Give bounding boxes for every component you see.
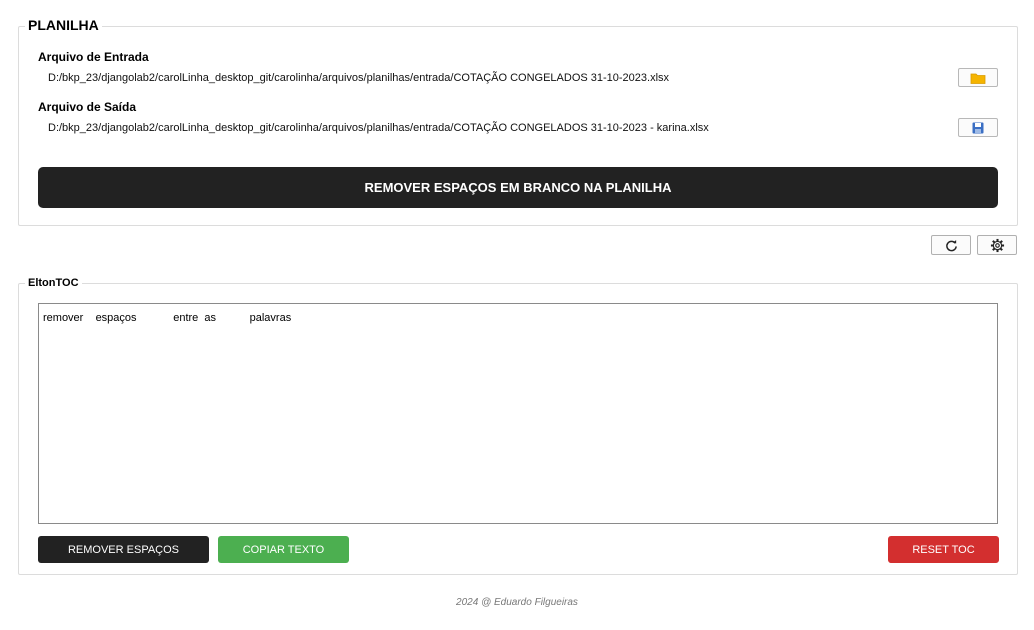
planilha-title: PLANILHA bbox=[25, 17, 102, 33]
remove-spaces-button[interactable]: REMOVER ESPAÇOS bbox=[38, 536, 209, 563]
save-file-button[interactable] bbox=[958, 118, 998, 137]
settings-button[interactable] bbox=[977, 235, 1017, 255]
output-file-path: D:/bkp_23/djangolab2/carolLinha_desktop_… bbox=[48, 122, 709, 134]
remove-spaces-spreadsheet-button[interactable]: REMOVER ESPAÇOS EM BRANCO NA PLANILHA bbox=[38, 167, 998, 208]
text-input-area[interactable]: remover espaços entre as palavras bbox=[38, 303, 998, 524]
gear-icon bbox=[990, 238, 1004, 252]
refresh-icon bbox=[945, 239, 957, 251]
input-file-path: D:/bkp_23/djangolab2/carolLinha_desktop_… bbox=[48, 72, 670, 84]
footer-credit: 2024 @ Eduardo Filgueiras bbox=[456, 597, 578, 608]
copy-text-button[interactable]: COPIAR TEXTO bbox=[218, 536, 349, 563]
output-file-label: Arquivo de Saída bbox=[38, 100, 137, 114]
eltontoc-group: EltonTOC remover espaços entre as palavr… bbox=[18, 277, 1018, 575]
folder-icon bbox=[970, 73, 986, 84]
eltontoc-title: EltonTOC bbox=[25, 277, 82, 289]
reset-toc-button[interactable]: RESET TOC bbox=[888, 536, 999, 563]
planilha-group: PLANILHA Arquivo de Entrada D:/bkp_23/dj… bbox=[18, 17, 1018, 226]
input-file-label: Arquivo de Entrada bbox=[38, 50, 149, 64]
refresh-button[interactable] bbox=[931, 235, 971, 255]
open-file-button[interactable] bbox=[958, 68, 998, 87]
save-icon bbox=[972, 122, 984, 133]
